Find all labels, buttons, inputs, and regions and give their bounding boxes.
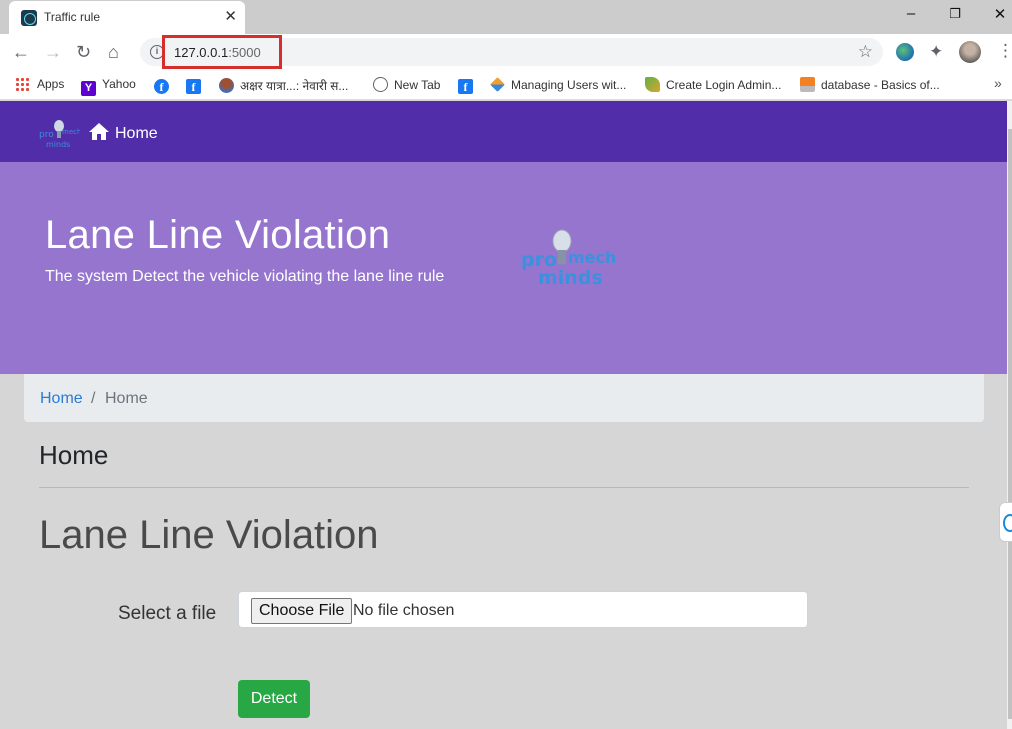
person-icon [219,78,234,93]
jumbotron-title: Lane Line Violation [45,213,391,257]
tab-strip: Traffic rule ✕ – ❐ ✕ [0,0,1012,34]
navbar: pro mech minds Home [0,101,1007,162]
tab-title: Traffic rule [44,10,101,24]
detect-button[interactable]: Detect [238,680,310,718]
facebook-icon: f [154,79,169,94]
url-port: :5000 [228,45,261,60]
browser-tab[interactable]: Traffic rule ✕ [9,1,245,34]
jumbotron: Lane Line Violation The system Detect th… [0,162,1007,374]
facebook-square-icon: f [458,79,473,94]
reload-icon[interactable]: ↻ [76,42,91,62]
tab-close-icon[interactable]: ✕ [224,7,237,25]
react-favicon-icon [21,10,37,26]
bookmark-managing-users[interactable]: Managing Users wit... [490,77,626,92]
svg-text:pro: pro [39,130,54,140]
svg-text:minds: minds [538,267,603,286]
back-icon[interactable]: ← [12,42,30,62]
svg-text:mech: mech [568,248,616,267]
breadcrumb-home-link[interactable]: Home [40,390,83,408]
side-widget-icon[interactable] [999,502,1012,542]
minimize-icon[interactable]: – [901,5,921,22]
file-field-label: Select a file [118,603,217,624]
bookmarks-overflow-icon[interactable]: » [994,75,1002,91]
bookmarks-bar: Apps Y Yahoo f f अक्षर यात्रा...: नेवारी … [0,70,1012,100]
restore-icon[interactable]: ❐ [945,6,965,22]
bookmark-star-icon[interactable]: ☆ [858,42,873,62]
diamond-icon [490,77,505,92]
url-text[interactable]: 127.0.0.1:5000 [174,45,261,60]
svg-text:mech: mech [62,128,80,136]
breadcrumb-separator: / [91,390,96,407]
bookmark-create-login[interactable]: Create Login Admin... [645,77,781,92]
nav-home-label: Home [115,125,158,142]
bookmark-database-basics[interactable]: database - Basics of... [800,77,940,92]
chrome-menu-icon[interactable]: ⋮ [997,41,1012,61]
breadcrumb: Home / Home [24,374,984,422]
breadcrumb-current: Home [105,390,148,407]
stackoverflow-icon [800,77,815,92]
globe-icon [373,77,388,92]
bookmark-yahoo[interactable]: Y Yahoo [81,77,136,96]
forward-icon[interactable]: → [44,42,62,62]
yahoo-icon: Y [81,81,96,96]
bookmark-new-tab[interactable]: New Tab [373,77,440,92]
address-bar[interactable]: i 127.0.0.1:5000 ☆ [140,35,883,69]
bookmark-facebook[interactable]: f [186,77,207,94]
svg-text:minds: minds [46,140,70,149]
leaf-icon [645,77,660,92]
bookmark-apps[interactable]: Apps [15,77,64,91]
profile-avatar[interactable] [959,41,981,63]
window-close-icon[interactable]: ✕ [990,5,1010,23]
divider [39,487,969,488]
form-title: Lane Line Violation [39,513,379,557]
nav-home-link[interactable]: Home [88,122,158,143]
extension-globe-icon[interactable] [896,43,914,61]
bookmark-akshar-yatra[interactable]: अक्षर यात्रा...: नेवारी स... [219,77,348,94]
home-icon[interactable]: ⌂ [108,42,119,62]
page-viewport: pro mech minds Home Lane Line Violation … [0,101,1007,729]
choose-file-button[interactable]: Choose File [251,598,353,624]
file-status-text: No file chosen [353,602,455,619]
facebook-square-icon: f [186,79,201,94]
scrollbar-thumb[interactable] [1008,129,1012,719]
apps-grid-icon [15,77,29,91]
jumbotron-subtitle: The system Detect the vehicle violating … [45,268,445,285]
promech-minds-logo: pro mech minds [521,229,616,286]
page-scrollbar[interactable] [1007,101,1012,729]
file-input[interactable]: Choose File No file chosen [238,591,808,628]
brand-logo[interactable]: pro mech minds [38,117,80,149]
extensions-puzzle-icon[interactable]: ✦ [929,42,943,62]
bookmark-facebook-2[interactable]: f [458,77,479,94]
home-house-icon [89,123,109,140]
page-title: Home [39,440,109,470]
url-host: 127.0.0.1 [174,45,229,60]
browser-toolbar: ← → ↻ ⌂ i 127.0.0.1:5000 ☆ ✦ ⋮ [0,34,1012,70]
bookmark-facebook-round[interactable]: f [154,77,175,94]
